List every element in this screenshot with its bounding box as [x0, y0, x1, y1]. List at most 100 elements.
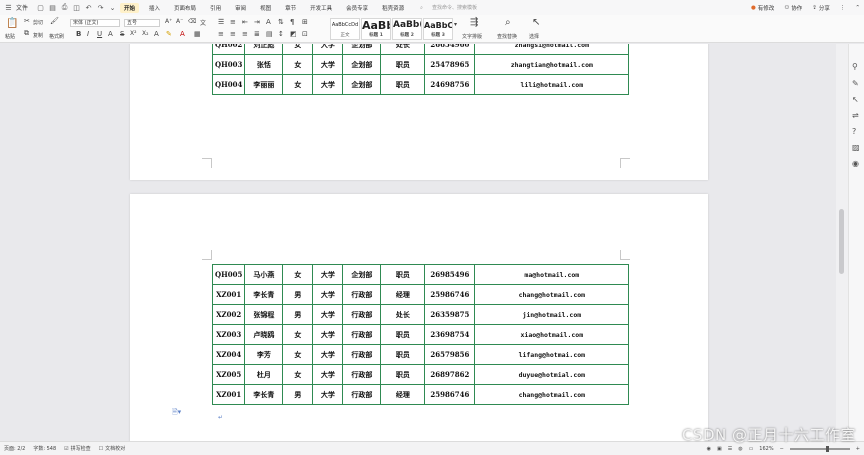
char-border-icon[interactable]: A	[154, 30, 159, 38]
page-count[interactable]: 页面: 2/2	[4, 445, 25, 452]
table-icon[interactable]: ⊞	[302, 18, 308, 26]
scrollbar-thumb[interactable]	[839, 209, 844, 274]
show-marks-icon[interactable]: ¶	[290, 18, 294, 26]
print-icon[interactable]: ⎙	[60, 3, 69, 12]
font-name-select[interactable]: 宋体 (正文)	[70, 19, 120, 27]
share-button[interactable]: ⇪ 分享	[812, 4, 830, 12]
document-page-1[interactable]: QH002 刘正彪女大学 企划部 处长 26654960 zhangsi@hotmail.…	[130, 44, 708, 180]
table-cell[interactable]: 女	[282, 74, 314, 95]
table-cell[interactable]: 李丽丽	[244, 74, 284, 95]
styles-more-icon[interactable]: ▾	[454, 21, 457, 28]
align-center-icon[interactable]: ≡	[230, 30, 236, 38]
table-cell[interactable]: xiao@hotmail.com	[474, 324, 630, 345]
shrink-font-icon[interactable]: A⁻	[176, 18, 183, 25]
text-layout-label[interactable]: 文字排版	[462, 33, 482, 40]
zoom-slider[interactable]	[789, 445, 850, 452]
more-icon[interactable]: ⋮	[840, 5, 846, 11]
format-painter-label[interactable]: 格式刷	[49, 33, 64, 40]
table-cell[interactable]: 男	[282, 304, 314, 325]
bullet-list-icon[interactable]: ☰	[218, 18, 224, 26]
table-cell[interactable]: 职员	[380, 344, 426, 365]
table-cell[interactable]: 大学	[312, 364, 344, 385]
clear-format-icon[interactable]: ⌫	[188, 18, 196, 25]
table-cell[interactable]: duyue@hotmial.com	[474, 364, 630, 385]
paragraph-options-icon[interactable]: 🗎▾	[172, 408, 181, 419]
subscript-icon[interactable]: X₂	[142, 30, 149, 37]
table-cell[interactable]: 职员	[380, 264, 426, 285]
preview-icon[interactable]: ◫	[72, 3, 81, 12]
table-cell[interactable]: 大学	[312, 284, 344, 305]
table-cell[interactable]: QH003	[211, 54, 246, 75]
highlight-icon[interactable]: ✎	[166, 30, 172, 38]
justify-icon[interactable]: ≣	[254, 30, 260, 38]
doc-proof[interactable]: ☐ 文档校对	[99, 445, 126, 453]
numbered-list-icon[interactable]: ≡	[230, 18, 236, 26]
table-cell[interactable]: XZ002	[211, 304, 246, 325]
font-color-icon[interactable]: A	[180, 30, 185, 38]
collapse-ribbon-icon[interactable]: ⌃	[855, 5, 860, 11]
table-cell[interactable]: 26359875	[424, 304, 476, 325]
zoom-in-icon[interactable]: +	[856, 446, 860, 452]
table-cell[interactable]: ma@hotmail.com	[474, 264, 630, 285]
table-cell[interactable]: 职员	[380, 364, 426, 385]
undo-icon[interactable]: ↶	[84, 3, 93, 12]
distributed-icon[interactable]: ▤	[266, 30, 273, 38]
line-spacing-icon[interactable]: ↕	[278, 30, 284, 38]
open-icon[interactable]: ▤	[48, 3, 57, 12]
table-cell[interactable]: 女	[282, 364, 314, 385]
table-cell[interactable]: 企划部	[342, 264, 382, 285]
table-cell[interactable]: 张恬	[244, 54, 284, 75]
table-cell[interactable]: 企划部	[342, 44, 382, 55]
table-cell[interactable]: 大学	[312, 304, 344, 325]
document-page-2[interactable]: QH005 马小燕女大学 企划部 职员 26985496 ma@hotmail.com XZ…	[130, 194, 708, 441]
employee-table-page2[interactable]: QH005 马小燕女大学 企划部 职员 26985496 ma@hotmail.com XZ…	[211, 264, 630, 405]
tab-insert[interactable]: 插入	[145, 3, 164, 13]
table-cell[interactable]: QH004	[211, 74, 246, 95]
location-icon[interactable]: ◉	[852, 159, 859, 168]
table-cell[interactable]: QH005	[211, 264, 246, 285]
format-painter-icon[interactable]: 🖌	[50, 17, 59, 25]
table-cell[interactable]: 大学	[312, 344, 344, 365]
table-cell[interactable]: 23698754	[424, 324, 476, 345]
style-heading1[interactable]: AaBb 标题 1	[361, 18, 391, 40]
pen-icon[interactable]: ✎	[852, 79, 859, 88]
table-cell[interactable]: 职员	[380, 54, 426, 75]
table-cell[interactable]: 职员	[380, 324, 426, 345]
align-left-icon[interactable]: ≡	[218, 30, 224, 38]
font-size-select[interactable]: 五号	[124, 19, 160, 27]
sort-icon[interactable]: ⇅	[278, 18, 284, 26]
table-cell[interactable]: 杜月	[244, 364, 284, 385]
table-cell[interactable]: 经理	[380, 384, 426, 405]
table-cell[interactable]: 马小燕	[244, 264, 284, 285]
table-cell[interactable]: 男	[282, 384, 314, 405]
table-cell[interactable]: chang@hotmail.com	[474, 284, 630, 305]
table-cell[interactable]: XZ001	[211, 384, 246, 405]
text-layout-icon[interactable]: ⇶	[470, 17, 478, 28]
table-cell[interactable]: 刘正彪	[244, 44, 284, 55]
copy-icon[interactable]: ⧉	[24, 29, 29, 38]
table-cell[interactable]: XZ005	[211, 364, 246, 385]
chinese-layout-icon[interactable]: A	[266, 18, 271, 26]
table-cell[interactable]: 26897862	[424, 364, 476, 385]
superscript-icon[interactable]: X²	[130, 30, 137, 37]
unsynced-status[interactable]: ● 有修改	[751, 4, 774, 12]
select-cursor-icon[interactable]: ↖	[852, 95, 859, 104]
collab-button[interactable]: ⚇ 协作	[784, 4, 802, 12]
tab-resources[interactable]: 稻壳资源	[378, 3, 408, 13]
read-mode-icon[interactable]: ▭	[749, 446, 754, 452]
copy-label[interactable]: 复制	[33, 32, 43, 39]
spell-check[interactable]: ☑ 拼写检查	[64, 445, 91, 453]
word-count[interactable]: 字数: 548	[33, 445, 56, 452]
table-cell[interactable]: 处长	[380, 44, 426, 55]
table-cell[interactable]: 处长	[380, 304, 426, 325]
table-cell[interactable]: XZ001	[211, 284, 246, 305]
char-shading-icon[interactable]: ▦	[194, 30, 201, 38]
table-cell[interactable]: lifang@hotmai.com	[474, 344, 630, 365]
command-search[interactable]: ⌕ 查找命令、搜索模板	[420, 4, 483, 12]
page-view-icon[interactable]: ▣	[717, 446, 722, 452]
zoom-out-icon[interactable]: −	[780, 446, 784, 452]
tab-developer[interactable]: 开发工具	[306, 3, 336, 13]
tab-home[interactable]: 开始	[120, 2, 140, 13]
table-cell[interactable]: 张锦程	[244, 304, 284, 325]
table-cell[interactable]: 李芳	[244, 344, 284, 365]
